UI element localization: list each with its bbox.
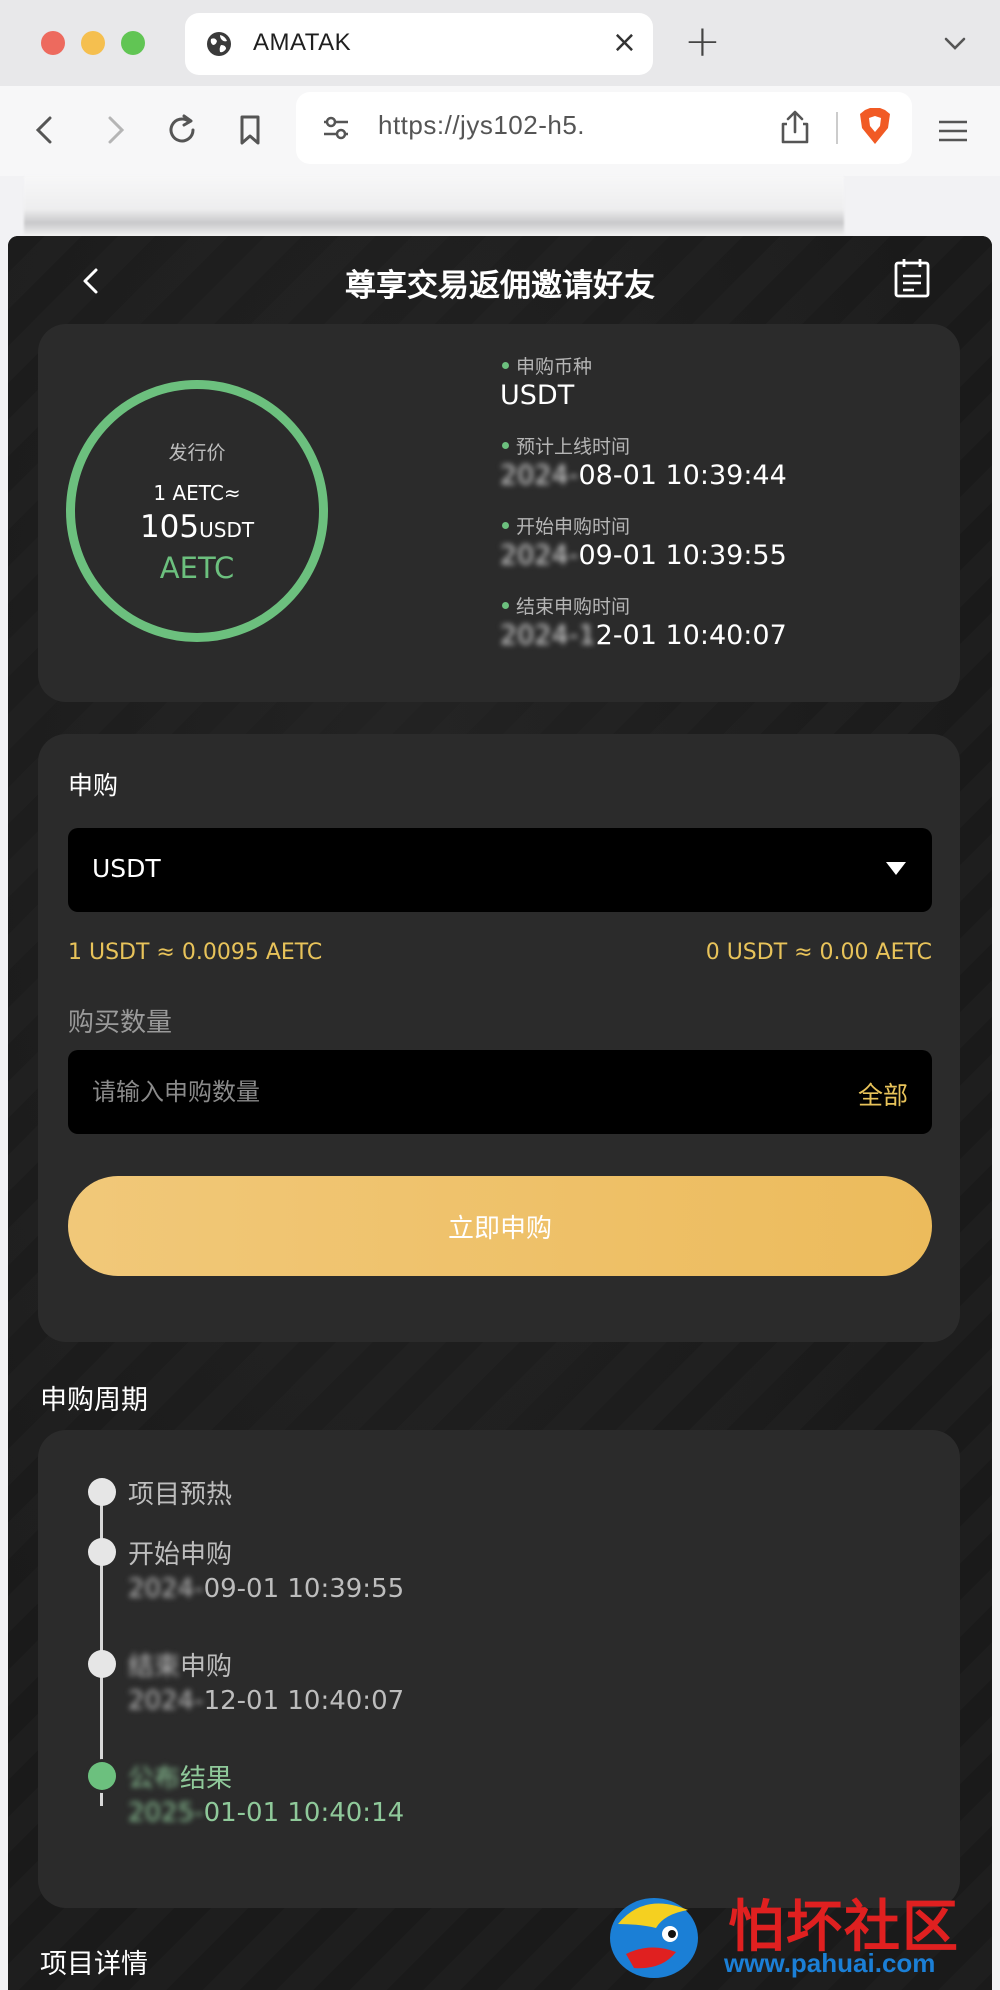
issue-price-number: 105: [139, 508, 200, 545]
redacted-text: 结束: [128, 1652, 181, 1682]
issue-price-unit: USDT: [199, 517, 255, 542]
info-dot: [502, 442, 509, 449]
url-text[interactable]: https://jys102-h5.: [378, 110, 585, 141]
redacted-year: 2025-: [128, 1798, 204, 1828]
reload-icon[interactable]: [162, 110, 202, 150]
info-dot: [502, 362, 509, 369]
site-settings-icon[interactable]: [320, 112, 352, 144]
converted-amount: 0 USDT ≈ 0.00 AETC: [705, 940, 932, 965]
timeline-name-text: 申购: [180, 1652, 233, 1682]
share-icon[interactable]: [778, 108, 812, 146]
page-title: 尊享交易返佣邀请好友: [345, 268, 655, 304]
info-value-text: 08-01 10:39:44: [578, 460, 787, 491]
subscribe-now-button[interactable]: 立即申购: [68, 1176, 932, 1276]
timeline-step-date: 2024-12-01 10:40:07: [128, 1686, 404, 1716]
info-label: 申购币种: [516, 356, 593, 378]
issue-info-card: 发行价 1 AETC≈ 105USDT AETC 申购币种 USDT 预计上线时…: [38, 324, 960, 702]
browser-toolbar: https://jys102-h5.: [0, 86, 1000, 176]
browser-tab-bar: AMATAK × +: [0, 0, 1000, 86]
info-item-currency: 申购币种 USDT: [500, 352, 940, 432]
caret-down-icon: [886, 862, 906, 875]
info-label: 结束申购时间: [516, 596, 631, 618]
tab-close-icon[interactable]: ×: [612, 25, 637, 60]
hamburger-menu-icon[interactable]: [936, 116, 970, 146]
timeline-date-text: 12-01 10:40:07: [203, 1686, 405, 1716]
issue-price-rate: 1 AETC≈: [153, 480, 241, 505]
info-dot: [502, 522, 509, 529]
watermark-logo: [610, 1898, 698, 1978]
app-header: 尊享交易返佣邀请好友: [8, 236, 992, 326]
redacted-year: 2024-: [500, 460, 579, 491]
info-value-text: USDT: [500, 380, 575, 411]
timeline-name-text: 结果: [180, 1764, 233, 1794]
chevron-down-icon[interactable]: [940, 28, 970, 58]
timeline-step-name: 公布结果: [128, 1758, 232, 1795]
timeline-step-name: 项目预热: [128, 1480, 233, 1510]
timeline-step-name: 结束申购: [128, 1646, 232, 1683]
address-bar[interactable]: https://jys102-h5.: [296, 92, 912, 164]
watermark: 怕坏社区 www.pahuai.com: [604, 1882, 1000, 1990]
maximize-window-button[interactable]: [121, 31, 145, 55]
quantity-input[interactable]: [92, 1070, 792, 1114]
max-all-button[interactable]: 全部: [858, 1076, 908, 1112]
issue-price-value: 105USDT: [140, 509, 254, 545]
timeline-dot: [88, 1650, 116, 1678]
bookmark-icon[interactable]: [230, 110, 270, 150]
close-window-button[interactable]: [41, 31, 65, 55]
new-tab-button[interactable]: +: [684, 18, 721, 66]
quantity-field[interactable]: 全部: [68, 1050, 932, 1134]
info-value: 2024-12-01 10:40:07: [500, 620, 787, 651]
timeline-step-date: 2024-09-01 10:39:55: [128, 1574, 404, 1604]
browser-tab[interactable]: AMATAK ×: [185, 13, 653, 75]
period-timeline-card: 项目预热 开始申购 2024-09-01 10:39:55 结束申购 2024-…: [38, 1430, 960, 1908]
timeline-dot: [88, 1538, 116, 1566]
currency-select[interactable]: USDT: [68, 828, 932, 912]
redacted-year: 2024-1: [500, 620, 596, 651]
issue-price-ring: 发行价 1 AETC≈ 105USDT AETC: [66, 380, 328, 642]
redacted-text: 公布: [128, 1764, 181, 1794]
info-value: 2024-08-01 10:39:44: [500, 460, 787, 491]
timeline-step-name: 开始申购: [128, 1540, 233, 1570]
exchange-rate: 1 USDT ≈ 0.0095 AETC: [68, 940, 323, 965]
period-section-title: 申购周期: [40, 1385, 148, 1416]
info-item-start-time: 开始申购时间 2024-09-01 10:39:55: [500, 512, 940, 592]
currency-select-value: USDT: [92, 854, 161, 883]
tab-title: AMATAK: [253, 29, 352, 56]
info-value: 2024-09-01 10:39:55: [500, 540, 787, 571]
info-item-end-time: 结束申购时间 2024-12-01 10:40:07: [500, 592, 940, 672]
timeline-dot: [88, 1478, 116, 1506]
issue-info-list: 申购币种 USDT 预计上线时间 2024-08-01 10:39:44 开始申…: [500, 352, 940, 672]
blurred-banner: [24, 176, 844, 236]
watermark-url: www.pahuai.com: [724, 1948, 936, 1978]
issue-price-label: 发行价: [168, 441, 226, 464]
info-label: 预计上线时间: [516, 436, 631, 458]
redacted-year: 2024-: [128, 1686, 204, 1716]
timeline-date-text: 01-01 10:40:14: [203, 1798, 405, 1828]
timeline-date-text: 09-01 10:39:55: [203, 1574, 405, 1604]
back-arrow-icon[interactable]: [26, 110, 66, 150]
quantity-label: 购买数量: [68, 1008, 173, 1038]
redacted-year: 2024-: [500, 540, 579, 571]
info-item-listing-time: 预计上线时间 2024-08-01 10:39:44: [500, 432, 940, 512]
globe-icon: [207, 32, 231, 56]
address-bar-divider: [836, 112, 838, 144]
issue-coin: AETC: [159, 550, 235, 585]
calendar-icon[interactable]: [892, 256, 932, 300]
timeline-dot-active: [88, 1762, 116, 1790]
info-value-text: 2-01 10:40:07: [595, 620, 787, 651]
subscribe-card: 申购 USDT 1 USDT ≈ 0.0095 AETC 0 USDT ≈ 0.…: [38, 734, 960, 1342]
details-section-title: 项目详情: [40, 1949, 148, 1980]
forward-arrow-icon[interactable]: [94, 110, 134, 150]
info-dot: [502, 602, 509, 609]
app-viewport: 尊享交易返佣邀请好友 发行价 1 AETC≈ 105USDT AETC 申购币种…: [8, 236, 992, 1990]
timeline-step-date: 2025-01-01 10:40:14: [128, 1798, 404, 1828]
minimize-window-button[interactable]: [81, 31, 105, 55]
subscribe-title: 申购: [68, 771, 119, 800]
info-value: USDT: [500, 380, 574, 411]
redacted-year: 2024-: [128, 1574, 204, 1604]
brave-shield-icon[interactable]: [858, 106, 892, 146]
info-label: 开始申购时间: [516, 516, 631, 538]
info-value-text: 09-01 10:39:55: [578, 540, 787, 571]
